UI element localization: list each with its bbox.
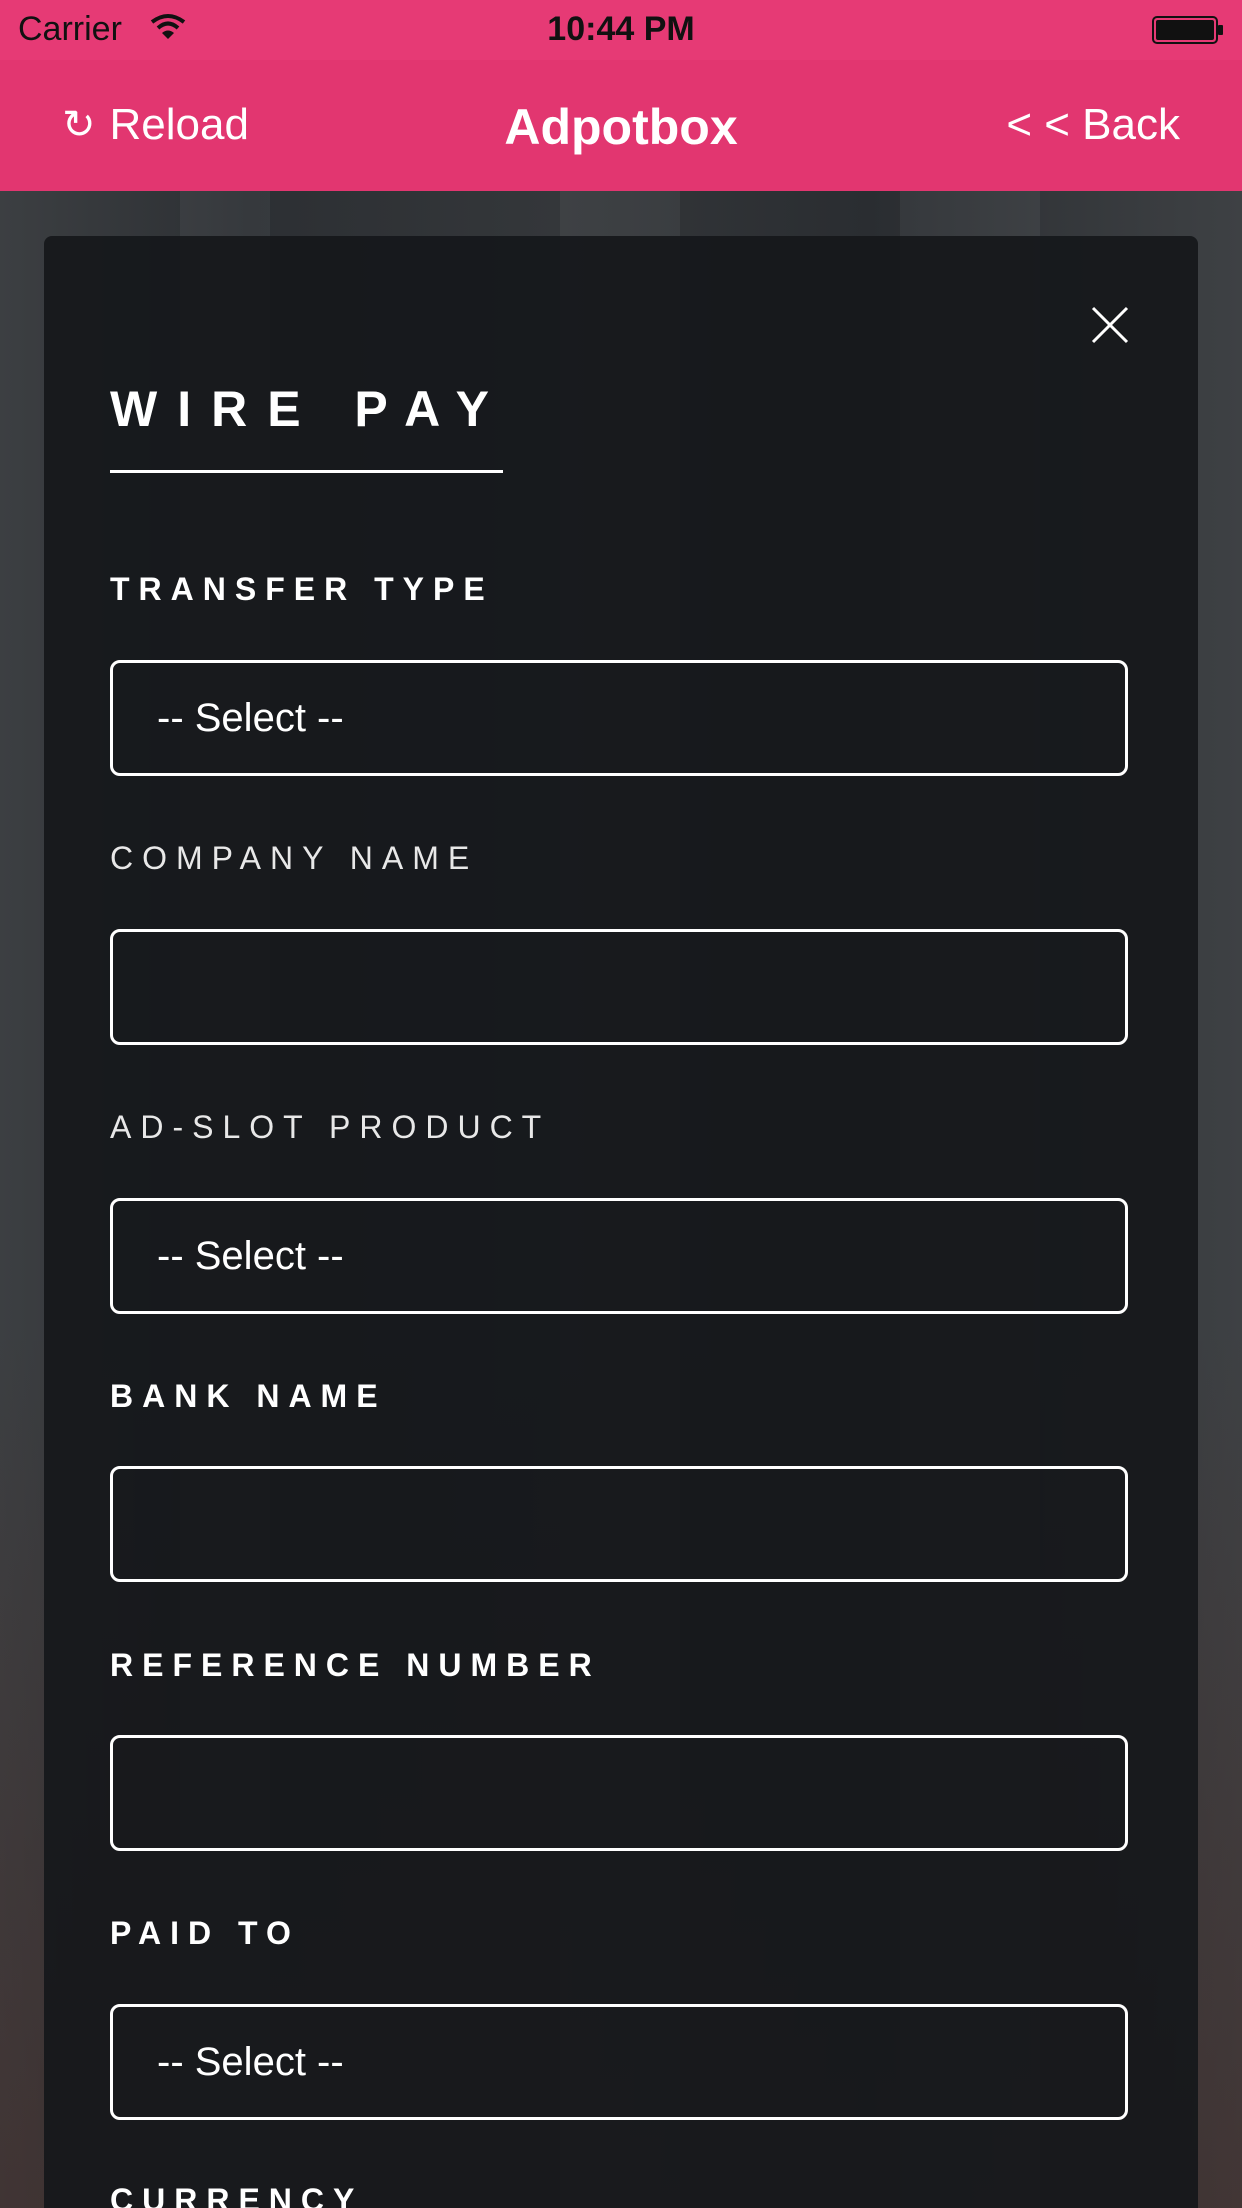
title-underline xyxy=(110,470,503,473)
battery-icon xyxy=(1152,16,1223,44)
status-time: 10:44 PM xyxy=(547,10,695,48)
ad-slot-product-label: AD-SLOT PRODUCT xyxy=(110,1109,551,1145)
bank-name-label: BANK NAME xyxy=(110,1378,387,1414)
form-title: WIRE PAY xyxy=(110,381,509,437)
back-button[interactable]: < < Back xyxy=(1006,100,1180,150)
paid-to-select[interactable]: -- Select -- xyxy=(110,2004,1128,2120)
currency-label: CURRENCY xyxy=(110,2182,364,2208)
company-name-label: COMPANY NAME xyxy=(110,840,479,876)
close-icon[interactable] xyxy=(1090,305,1130,345)
reference-number-input[interactable] xyxy=(110,1735,1128,1851)
transfer-type-label: TRANSFER TYPE xyxy=(110,571,494,607)
transfer-type-select[interactable]: -- Select -- xyxy=(110,660,1128,776)
status-bar: Carrier 10:44 PM xyxy=(0,0,1242,60)
ad-slot-product-select[interactable]: -- Select -- xyxy=(110,1198,1128,1314)
paid-to-label: PAID TO xyxy=(110,1915,300,1951)
reference-number-label: REFERENCE NUMBER xyxy=(110,1647,601,1683)
navigation-bar: ↻ Reload Adpotbox < < Back xyxy=(0,60,1242,191)
company-name-input[interactable] xyxy=(110,929,1128,1045)
bank-name-input[interactable] xyxy=(110,1466,1128,1582)
